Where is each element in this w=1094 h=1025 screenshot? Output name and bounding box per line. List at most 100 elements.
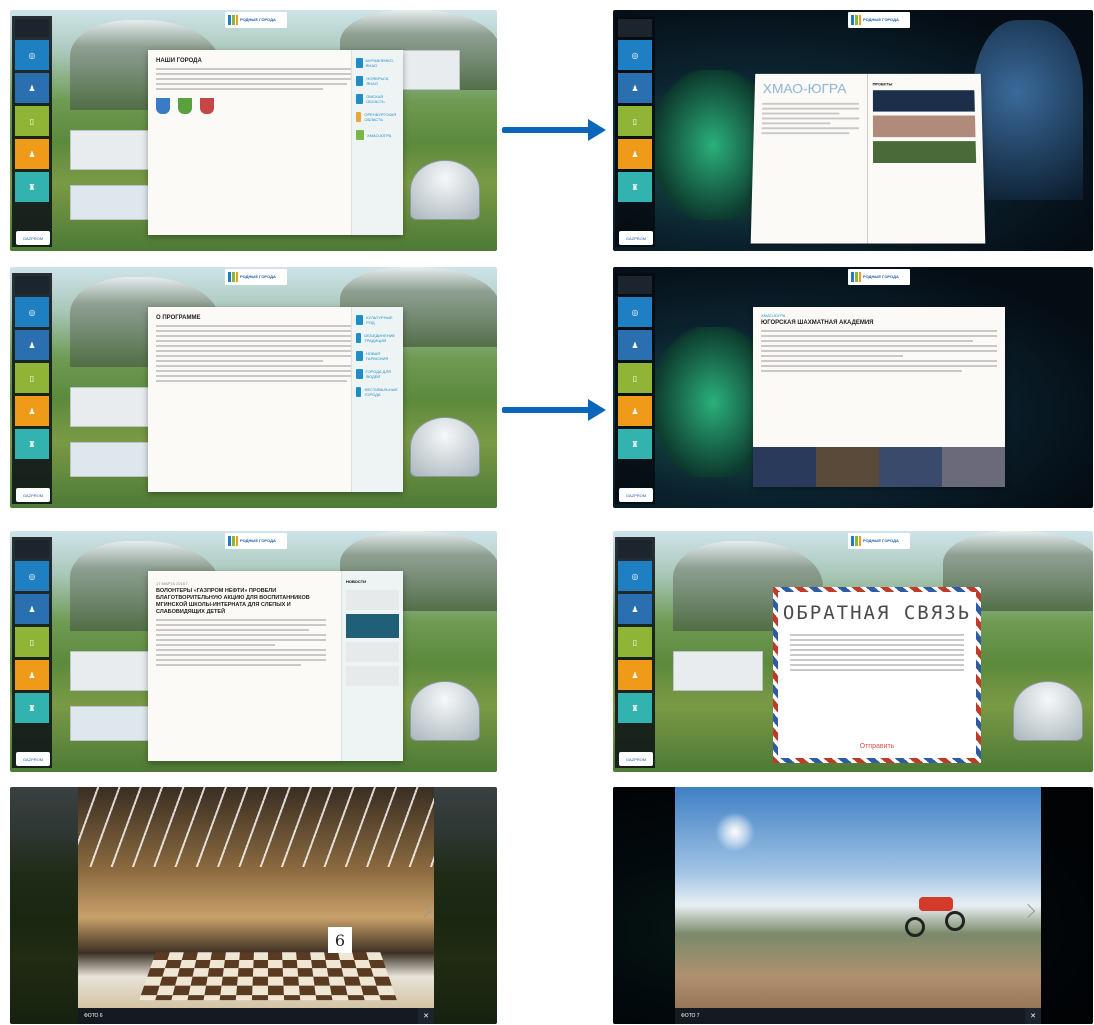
logo: GAZPROM	[16, 231, 50, 245]
news-item[interactable]	[346, 590, 399, 610]
send-button[interactable]: Отправить	[778, 743, 976, 750]
photo-strip	[753, 447, 1005, 487]
brand-logo: РОДНЫЕ ГОРОДА	[848, 269, 910, 285]
sidebar-tile[interactable]: ◎	[15, 297, 49, 327]
sidebar-tile[interactable]: ◎	[15, 561, 49, 591]
screen-hmao: ◎ ♟ ▯ ♟ ♜ GAZPROM РОДНЫЕ ГОРОДА ХМАО-ЮГР…	[613, 10, 1093, 251]
sidebar: ◎ ♟ ▯ ♟ ♜	[615, 537, 655, 768]
breadcrumb[interactable]: ХМАО-ЮГРА	[761, 313, 997, 318]
screen-photo-chess: 6 ФОТО 6 ✕	[10, 787, 497, 1024]
list-item[interactable]: ОРЕНБУРГСКАЯ ОБЛАСТЬ	[356, 112, 399, 122]
form-title: ОБРАТНАЯ СВЯЗЬ	[782, 602, 972, 624]
sidebar-tile[interactable]: ♜	[15, 172, 49, 202]
sidebar-tile[interactable]: ♜	[618, 429, 652, 459]
logo: GAZPROM	[619, 488, 653, 502]
coat-of-arms-icon[interactable]	[178, 98, 192, 114]
sidebar: ◎ ♟ ▯ ♟ ♜	[12, 16, 52, 247]
brand-logo: РОДНЫЕ ГОРОДА	[225, 533, 287, 549]
screen-photo-moto: ФОТО 7 ✕	[613, 787, 1093, 1024]
thumbnail[interactable]	[872, 141, 977, 163]
sidebar-tile[interactable]: ♟	[15, 594, 49, 624]
thumbnail[interactable]	[872, 115, 976, 138]
cities-list: МУРАВЛЕНКО, ЯНАО НОЯБРЬСК, ЯНАО ОМСКАЯ О…	[351, 50, 403, 235]
screen-academy: ◎ ♟ ▯ ♟ ♜ GAZPROM РОДНЫЕ ГОРОДА ХМАО-ЮГР…	[613, 267, 1093, 508]
logo: GAZPROM	[16, 752, 50, 766]
sidebar-tile[interactable]: ▯	[618, 106, 652, 136]
card-title: ЮГОРСКАЯ ШАХМАТНАЯ АКАДЕМИЯ	[761, 320, 874, 326]
sidebar-tile[interactable]: ♜	[15, 429, 49, 459]
sidebar-tile[interactable]: ▯	[15, 363, 49, 393]
sidebar-tile[interactable]: ♟	[15, 139, 49, 169]
list-item[interactable]: ХМАО-ЮГРА	[356, 130, 399, 140]
academy-card: ХМАО-ЮГРА ЮГОРСКАЯ ШАХМАТНАЯ АКАДЕМИЯ	[753, 307, 1005, 487]
sidebar-tile[interactable]: ▯	[618, 627, 652, 657]
close-icon[interactable]: ✕	[418, 1008, 434, 1024]
thumbnail[interactable]	[942, 447, 1005, 487]
thumbnail[interactable]	[753, 447, 816, 487]
section-title: ПРОЕКТЫ	[872, 81, 893, 87]
chessboard	[139, 952, 397, 1001]
list-item[interactable]: МУРАВЛЕНКО, ЯНАО	[356, 58, 399, 68]
thumbnail[interactable]	[872, 90, 975, 112]
news-item[interactable]	[346, 642, 399, 662]
cities-card: НАШИ ГОРОДА МУРАВЛЕНКО, ЯНАО НОЯБРЬСК, Я…	[148, 50, 403, 235]
book-title: ХМАО-ЮГРА	[762, 80, 847, 97]
coat-of-arms-icon[interactable]	[200, 98, 214, 114]
list-item[interactable]: НОВАЯ ГАРМОНИЯ	[356, 351, 399, 361]
screen-cities: ◎ ♟ ▯ ♟ ♜ GAZPROM РОДНЫЕ ГОРОДА НАШИ ГОР…	[10, 10, 497, 251]
sidebar-tile[interactable]: ♜	[618, 693, 652, 723]
news-item[interactable]	[346, 614, 399, 638]
sidebar-tile[interactable]: ♜	[618, 172, 652, 202]
sidebar-tile[interactable]: ♟	[15, 330, 49, 360]
program-list: КУЛЬТУРНЫЕ РОД ОБЪЕДИНЕНИЕ ТРАДИЦИЙ НОВА…	[351, 307, 403, 492]
sidebar-tile[interactable]: ♟	[15, 73, 49, 103]
sidebar-tile[interactable]: ♟	[618, 660, 652, 690]
list-item[interactable]: КУЛЬТУРНЫЕ РОД	[356, 315, 399, 325]
arrow-right-icon	[502, 119, 606, 141]
sidebar-tile[interactable]: ▯	[15, 106, 49, 136]
sidebar-tile[interactable]: ♟	[618, 139, 652, 169]
photo-caption: ФОТО 6	[84, 1013, 103, 1019]
list-item[interactable]: ОМСКАЯ ОБЛАСТЬ	[356, 94, 399, 104]
photo-caption-bar: ФОТО 6	[78, 1008, 434, 1024]
brand-logo: РОДНЫЕ ГОРОДА	[848, 533, 910, 549]
sidebar: ◎ ♟ ▯ ♟ ♜	[615, 16, 655, 247]
thumbnail[interactable]	[816, 447, 879, 487]
sidebar-tile[interactable]: ♟	[15, 396, 49, 426]
sidebar-tile[interactable]: ◎	[15, 40, 49, 70]
sidebar-tile[interactable]: ◎	[618, 297, 652, 327]
sidebar-tile[interactable]: ♟	[618, 330, 652, 360]
photo-chess: 6	[78, 787, 434, 1024]
sidebar-tile[interactable]: ◎	[618, 561, 652, 591]
sidebar-tile[interactable]: ♟	[618, 73, 652, 103]
logo: GAZPROM	[16, 488, 50, 502]
feedback-form: ОБРАТНАЯ СВЯЗЬ Отправить	[773, 587, 981, 763]
list-item[interactable]: ФЕСТИВАЛЬНЫЕ ГОРОДА	[356, 387, 399, 397]
brand-logo: РОДНЫЕ ГОРОДА	[225, 269, 287, 285]
list-item[interactable]: НОЯБРЬСК, ЯНАО	[356, 76, 399, 86]
news-title: ВОЛОНТЕРЫ «ГАЗПРОМ НЕФТИ» ПРОВЕЛИ БЛАГОТ…	[156, 588, 310, 615]
photo-caption: ФОТО 7	[681, 1013, 700, 1019]
building	[973, 20, 1083, 200]
news-card: 17 МАРТА 2016 Г. ВОЛОНТЕРЫ «ГАЗПРОМ НЕФТ…	[148, 571, 403, 761]
news-item[interactable]	[346, 666, 399, 686]
logo: GAZPROM	[619, 752, 653, 766]
list-item[interactable]: ГОРОДА ДЛЯ ЛЮДЕЙ	[356, 369, 399, 379]
sidebar-tile[interactable]: ▯	[618, 363, 652, 393]
sidebar: ◎ ♟ ▯ ♟ ♜	[12, 537, 52, 768]
program-card: О ПРОГРАММЕ КУЛЬТУРНЫЕ РОД ОБЪЕДИНЕНИЕ Т…	[148, 307, 403, 492]
arrow-right-icon	[502, 399, 606, 421]
sidebar-tile[interactable]: ♟	[618, 594, 652, 624]
sidebar-tile[interactable]: ◎	[618, 40, 652, 70]
thumbnail[interactable]	[879, 447, 942, 487]
sidebar-tile[interactable]: ▯	[15, 627, 49, 657]
screen-news: ◎ ♟ ▯ ♟ ♜ GAZPROM РОДНЫЕ ГОРОДА 17 МАРТА…	[10, 531, 497, 772]
brand-logo: РОДНЫЕ ГОРОДА	[225, 12, 287, 28]
sidebar-tile[interactable]: ♜	[15, 693, 49, 723]
sidebar-tile[interactable]: ♟	[15, 660, 49, 690]
photo-caption-bar: ФОТО 7	[675, 1008, 1041, 1024]
coat-of-arms-icon[interactable]	[156, 98, 170, 114]
close-icon[interactable]: ✕	[1025, 1008, 1041, 1024]
sidebar-tile[interactable]: ♟	[618, 396, 652, 426]
list-item[interactable]: ОБЪЕДИНЕНИЕ ТРАДИЦИЙ	[356, 333, 399, 343]
